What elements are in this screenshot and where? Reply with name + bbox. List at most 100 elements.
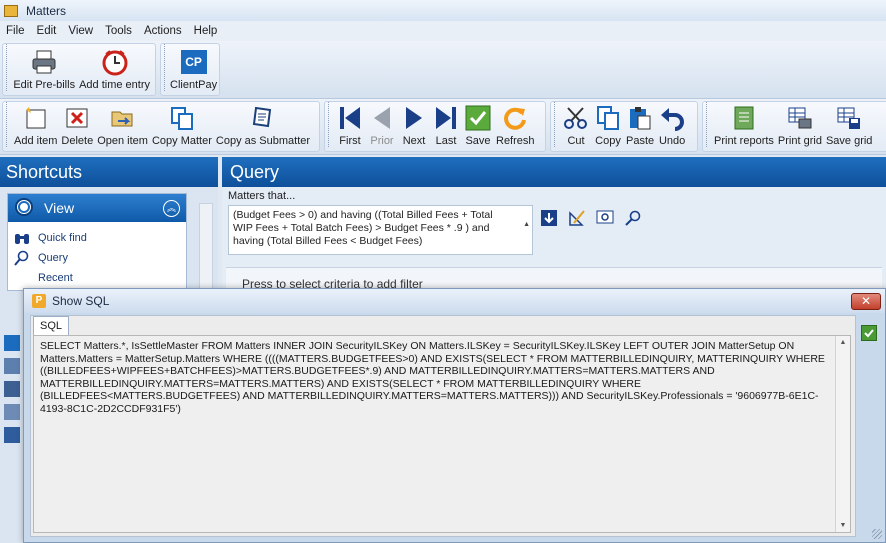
open-folder-icon — [109, 104, 137, 132]
magnifier-icon — [14, 197, 36, 219]
view-item-label: Query — [38, 252, 68, 264]
copy-matter-icon — [168, 104, 196, 132]
refresh-icon — [501, 104, 529, 132]
folder-icon[interactable] — [4, 335, 20, 351]
view-item-recent[interactable]: Recent — [14, 268, 186, 288]
undo-button[interactable]: Undo — [656, 104, 688, 147]
last-button[interactable]: Last — [430, 104, 462, 147]
toolbar-grip[interactable] — [706, 102, 709, 147]
run-query-search-icon[interactable] — [624, 209, 642, 227]
sql-scrollbar[interactable]: ▲ ▼ — [835, 336, 850, 532]
undo-label: Undo — [658, 135, 686, 147]
chart-icon[interactable] — [4, 427, 20, 443]
navigation-group: First Prior Next Last Save Refresh — [324, 101, 546, 152]
delete-icon — [63, 104, 91, 132]
resize-grip-icon[interactable] — [872, 529, 882, 539]
print-group: Print reports Print grid Save grid — [702, 101, 886, 152]
edit-prebills-button[interactable]: Edit Pre-bills — [11, 48, 77, 91]
print-grid-icon — [786, 104, 814, 132]
query-scroll-arrows-icon[interactable]: ▲▼ — [523, 208, 530, 254]
add-time-entry-label: Add time entry — [79, 79, 150, 91]
download-arrow-icon[interactable] — [540, 209, 558, 227]
copy-button[interactable]: Copy — [592, 104, 624, 147]
document-icon[interactable] — [4, 358, 20, 374]
save-button[interactable]: Save — [462, 104, 494, 147]
last-icon — [432, 104, 460, 132]
close-button[interactable]: ✕ — [851, 292, 881, 310]
copy-as-submatter-button[interactable]: Copy as Submatter — [214, 104, 312, 147]
collapse-chevron-icon[interactable]: ︽ — [163, 199, 180, 217]
clientpay-label: ClientPay — [170, 79, 218, 91]
app-p-icon: P — [32, 294, 46, 308]
edit-prebills-label: Edit Pre-bills — [13, 79, 76, 91]
view-item-query[interactable]: Query — [14, 248, 186, 268]
list-icon[interactable] — [4, 381, 20, 397]
dialog-body: SQL SELECT Matters.*, IsSettleMaster FRO… — [30, 315, 856, 537]
first-button[interactable]: First — [334, 104, 366, 147]
scissors-icon — [562, 104, 590, 132]
scroll-down-icon[interactable]: ▼ — [836, 522, 850, 529]
items-group: Add item Delete Open item Copy Matter Co… — [2, 101, 320, 152]
title-bar: Matters — [0, 0, 886, 21]
binoculars-icon — [14, 230, 30, 246]
refresh-button[interactable]: Refresh — [494, 104, 537, 147]
delete-button[interactable]: Delete — [59, 104, 95, 147]
copy-as-submatter-label: Copy as Submatter — [215, 135, 311, 147]
ok-check-button[interactable] — [861, 325, 877, 341]
menu-view[interactable]: View — [62, 25, 99, 37]
app-icon — [4, 4, 18, 17]
shortcut-strip — [4, 335, 22, 450]
clipboard-group: Cut Copy Paste Undo — [550, 101, 698, 152]
view-section-header[interactable]: View ︽ — [8, 194, 186, 222]
print-grid-button[interactable]: Print grid — [776, 104, 824, 147]
view-sql-icon[interactable] — [596, 209, 614, 227]
view-item-quick-find[interactable]: Quick find — [14, 228, 186, 248]
copy-label: Copy — [595, 135, 621, 147]
menu-tools[interactable]: Tools — [99, 25, 138, 37]
scroll-up-icon[interactable]: ▲ — [836, 339, 850, 346]
paste-button[interactable]: Paste — [624, 104, 656, 147]
next-icon — [400, 104, 428, 132]
clientpay-button[interactable]: CP ClientPay — [168, 48, 219, 91]
menu-help[interactable]: Help — [188, 25, 224, 37]
cut-button[interactable]: Cut — [560, 104, 592, 147]
prebill-group: Edit Pre-bills Add time entry — [2, 43, 156, 96]
dialog-title-bar[interactable]: P Show SQL ✕ — [24, 289, 885, 313]
view-section-label: View — [44, 200, 75, 216]
toolbar-grip[interactable] — [554, 102, 557, 147]
print-reports-button[interactable]: Print reports — [712, 104, 776, 147]
edit-criteria-icon[interactable] — [568, 209, 586, 227]
query-expression-text: (Budget Fees > 0) and having ((Total Bil… — [233, 209, 493, 247]
menu-file[interactable]: File — [0, 25, 31, 37]
toolbar-row-1: Edit Pre-bills Add time entry CP ClientP… — [0, 41, 886, 99]
view-list: Quick find Query Recent — [8, 222, 186, 290]
clientpay-badge: CP — [180, 50, 207, 74]
add-item-button[interactable]: Add item — [12, 104, 59, 147]
menu-edit[interactable]: Edit — [31, 25, 63, 37]
open-item-button[interactable]: Open item — [95, 104, 150, 147]
refresh-label: Refresh — [496, 135, 535, 147]
toolbar-grip[interactable] — [328, 102, 331, 147]
copy-matter-label: Copy Matter — [151, 135, 212, 147]
recent-icon — [14, 270, 30, 286]
clientpay-group: CP ClientPay — [160, 43, 220, 96]
add-time-entry-button[interactable]: Add time entry — [77, 48, 152, 91]
prior-label: Prior — [370, 135, 394, 147]
copy-matter-button[interactable]: Copy Matter — [150, 104, 214, 147]
sql-text-area[interactable]: SELECT Matters.*, IsSettleMaster FROM Ma… — [33, 335, 851, 533]
prior-button[interactable]: Prior — [366, 104, 398, 147]
save-check-icon — [464, 104, 492, 132]
tab-sql[interactable]: SQL — [33, 316, 69, 335]
query-expression-field[interactable]: (Budget Fees > 0) and having ((Total Bil… — [228, 205, 533, 255]
toolbar-grip[interactable] — [6, 102, 9, 147]
toolbar-grip[interactable] — [6, 44, 8, 91]
view-item-label: Quick find — [38, 232, 87, 244]
shortcuts-title: Shortcuts — [0, 157, 218, 187]
save-grid-button[interactable]: Save grid — [824, 104, 874, 147]
toolbar-grip[interactable] — [164, 44, 165, 91]
first-icon — [336, 104, 364, 132]
next-button[interactable]: Next — [398, 104, 430, 147]
paste-label: Paste — [626, 135, 655, 147]
calendar-icon[interactable] — [4, 404, 20, 420]
menu-actions[interactable]: Actions — [138, 25, 188, 37]
